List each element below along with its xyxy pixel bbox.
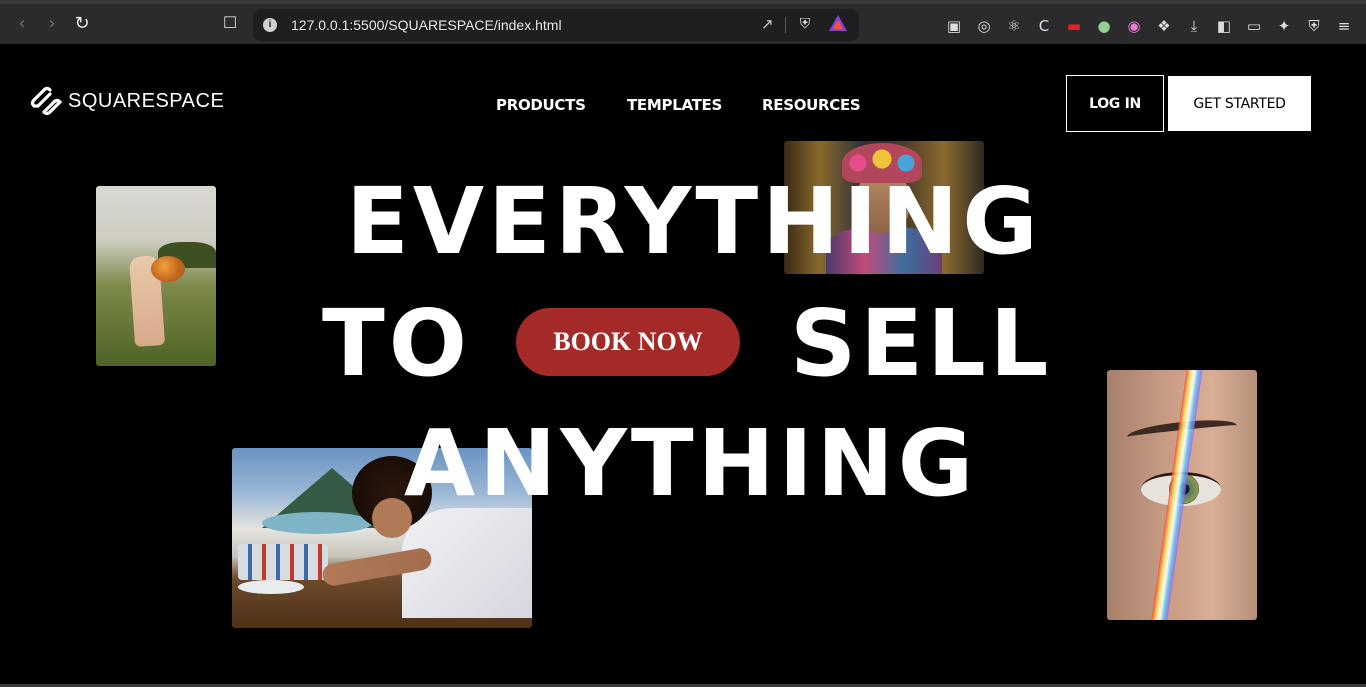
- login-button[interactable]: LOG IN: [1066, 75, 1164, 132]
- forward-icon[interactable]: ›: [40, 12, 64, 36]
- nav-products[interactable]: PRODUCTS: [496, 96, 586, 114]
- nav-resources[interactable]: RESOURCES: [762, 96, 861, 114]
- wallet-icon[interactable]: ▭: [1244, 16, 1264, 36]
- extension-color-icon[interactable]: ●: [1094, 16, 1114, 36]
- vpn-shield-icon[interactable]: ⛨: [1304, 16, 1324, 36]
- brand-name: SQUARESPACE: [68, 89, 225, 112]
- url-text[interactable]: 127.0.0.1:5500/SQUARESPACE/index.html: [291, 17, 562, 33]
- brave-shields-icon[interactable]: ⛨: [796, 15, 814, 35]
- address-bar[interactable]: i 127.0.0.1:5500/SQUARESPACE/index.html …: [253, 9, 859, 41]
- menu-icon[interactable]: ≡: [1334, 16, 1354, 36]
- squarespace-logo-icon: [30, 86, 62, 116]
- bride-in-field-photo: [96, 186, 216, 366]
- leo-ai-icon[interactable]: ✦: [1274, 16, 1294, 36]
- share-icon[interactable]: ↗: [761, 15, 774, 33]
- extension-react-icon[interactable]: ⚛: [1004, 16, 1024, 36]
- extension-notion-icon[interactable]: ▣: [944, 16, 964, 36]
- brave-rewards-icon[interactable]: [829, 15, 847, 31]
- book-now-button[interactable]: BOOK NOW: [516, 308, 740, 376]
- page-viewport: SQUARESPACE PRODUCTS TEMPLATES RESOURCES…: [0, 44, 1366, 684]
- extension-colorpicker-icon[interactable]: ◉: [1124, 16, 1144, 36]
- hero-line-sell: SELL: [790, 290, 1053, 397]
- site-info-icon[interactable]: i: [263, 18, 277, 32]
- bookmark-icon[interactable]: ☐: [219, 12, 241, 36]
- get-started-button[interactable]: GET STARTED: [1168, 76, 1311, 131]
- extensions-puzzle-icon[interactable]: ❖: [1154, 16, 1174, 36]
- hero-line-to: TO: [322, 290, 471, 397]
- browser-toolbar: ‹ › ↻ ☐ i 127.0.0.1:5500/SQUARESPACE/ind…: [0, 0, 1366, 44]
- reload-icon[interactable]: ↻: [70, 12, 94, 36]
- brand-logo[interactable]: SQUARESPACE: [30, 86, 224, 116]
- sidebar-icon[interactable]: ◧: [1214, 16, 1234, 36]
- extension-css-icon[interactable]: C: [1034, 16, 1054, 36]
- extension-youtube-icon[interactable]: ▬: [1064, 16, 1084, 36]
- hero-line-everything: EVERYTHING: [346, 168, 1042, 275]
- eye-rainbow-photo: [1107, 370, 1257, 620]
- hero-line-anything: ANYTHING: [404, 410, 978, 517]
- extension-target-icon[interactable]: ◎: [974, 16, 994, 36]
- downloads-icon[interactable]: ⤓: [1184, 16, 1204, 36]
- url-divider: [785, 17, 786, 33]
- nav-templates[interactable]: TEMPLATES: [627, 96, 722, 114]
- back-icon[interactable]: ‹: [10, 12, 34, 36]
